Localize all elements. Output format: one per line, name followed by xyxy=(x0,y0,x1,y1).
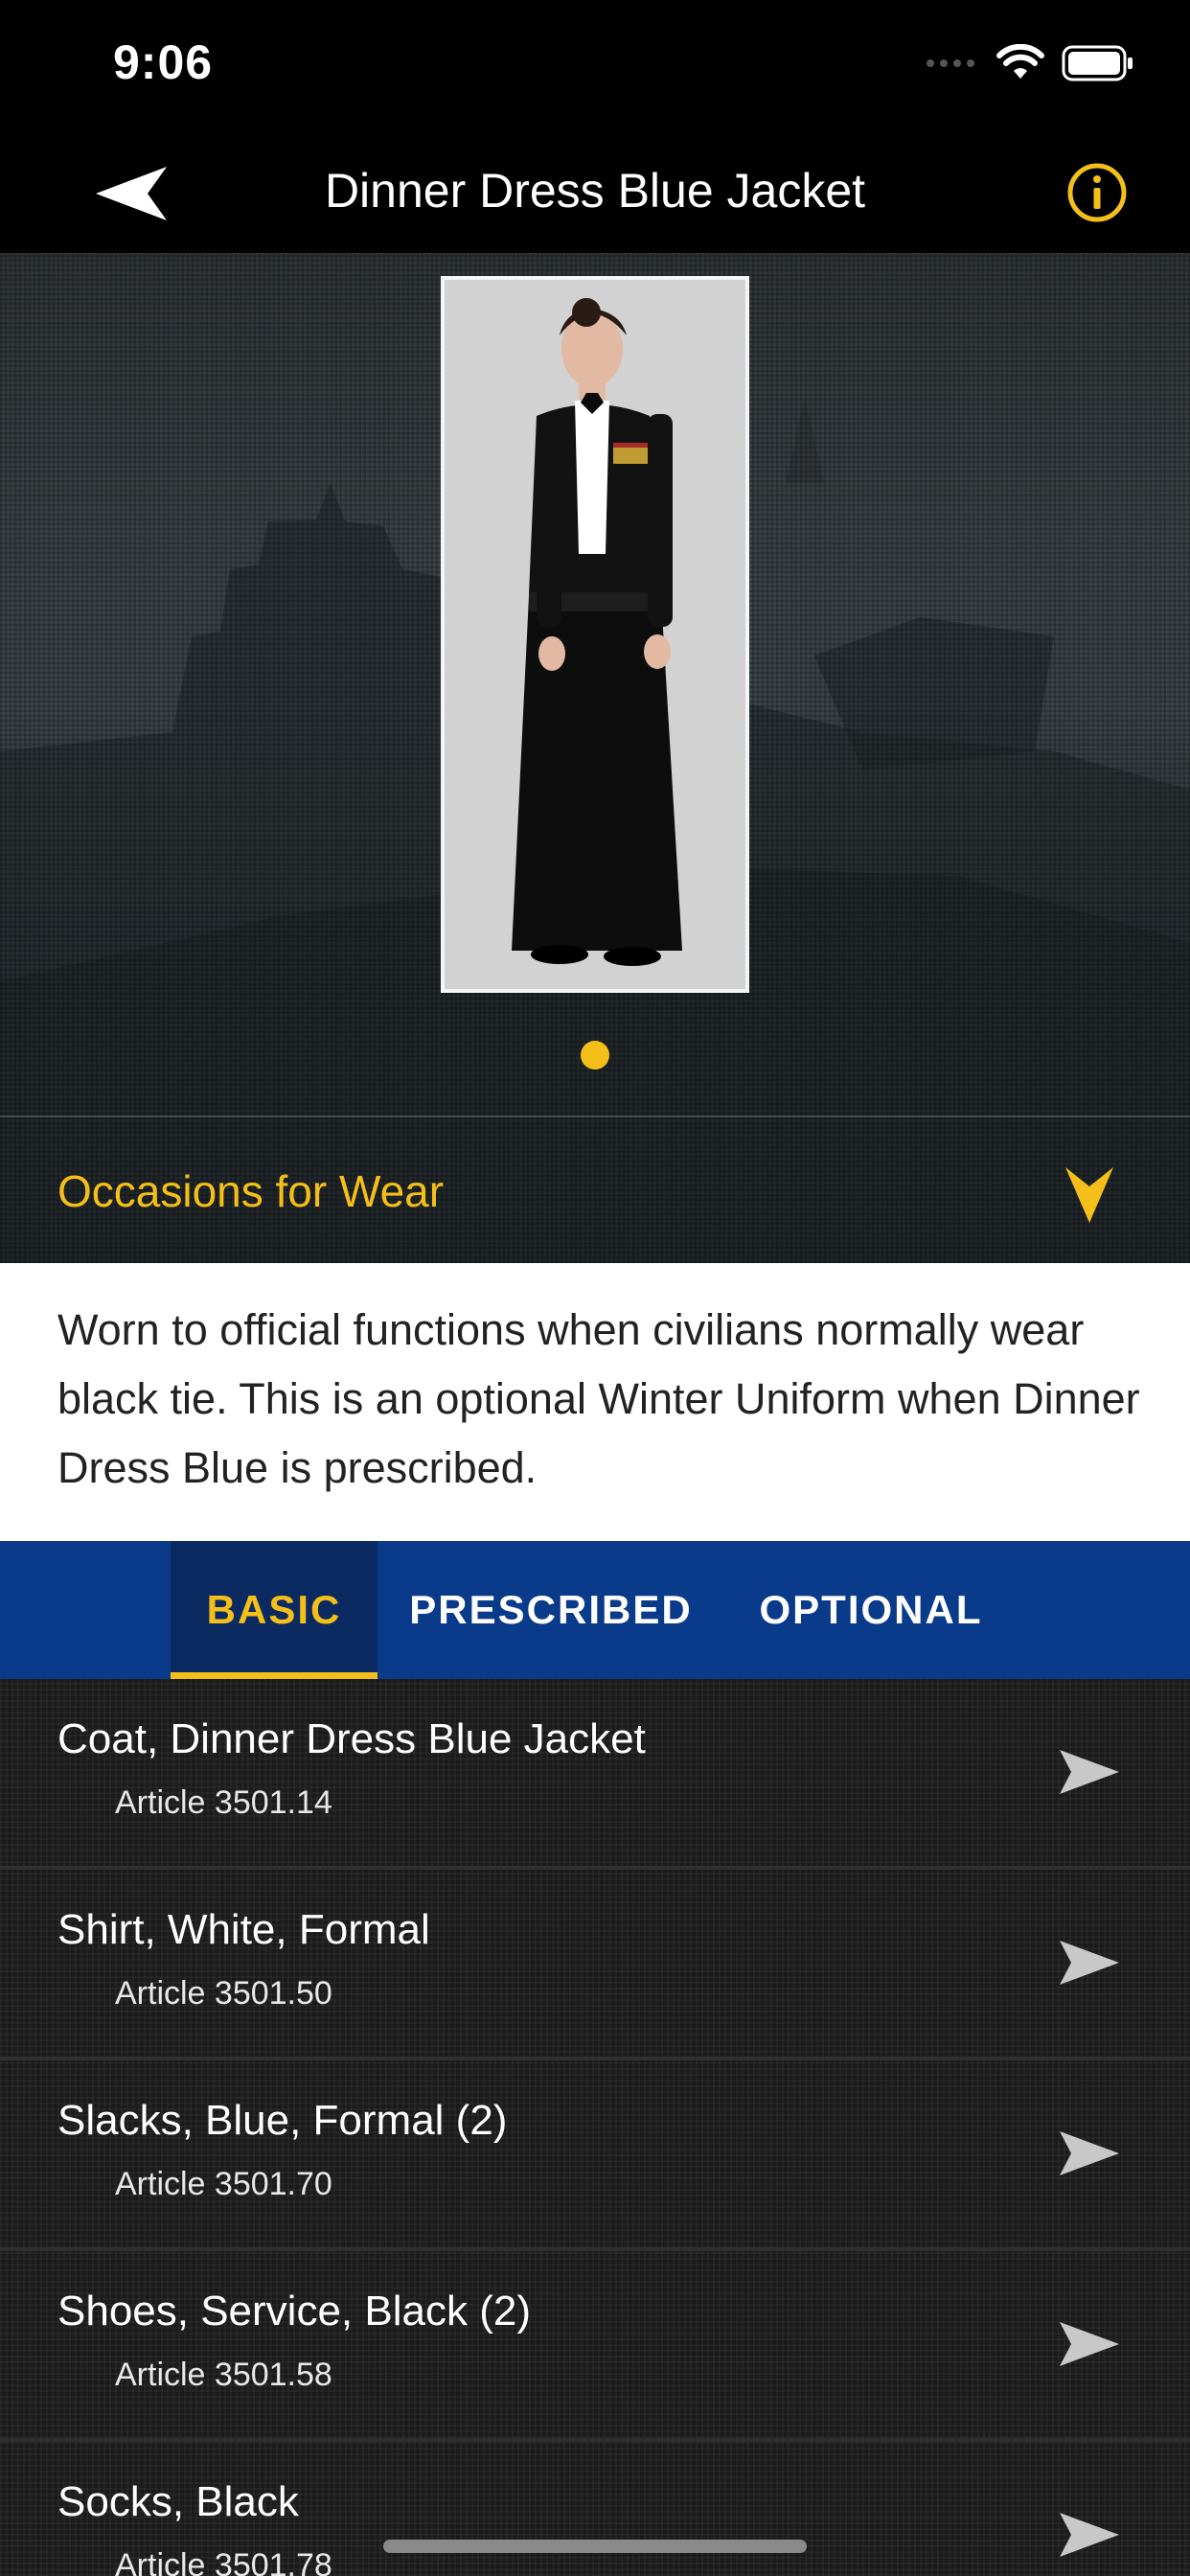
disclosure-arrow-icon xyxy=(1060,1750,1119,1794)
signal-icon xyxy=(927,59,974,67)
uniform-photo[interactable] xyxy=(441,276,749,993)
tab-optional[interactable]: OPTIONAL xyxy=(734,1541,1008,1679)
category-tabs: BASIC PRESCRIBED OPTIONAL xyxy=(0,1541,1190,1679)
item-article: Article 3501.58 xyxy=(115,2357,332,2393)
tab-optional-label: OPTIONAL xyxy=(759,1587,983,1632)
battery-icon xyxy=(1062,45,1133,81)
item-article: Article 3501.70 xyxy=(115,2166,332,2202)
list-item[interactable]: Slacks, Blue, Formal (2) Article 3501.70 xyxy=(0,2060,1190,2251)
info-icon xyxy=(1067,163,1127,222)
disclosure-arrow-icon xyxy=(1060,2131,1119,2175)
tab-basic[interactable]: BASIC xyxy=(171,1541,378,1679)
hero-section: Occasions for Wear xyxy=(0,253,1190,1263)
occasions-description-text: Worn to official functions when civilian… xyxy=(57,1305,1140,1492)
navigation-bar: Dinner Dress Blue Jacket xyxy=(0,134,1190,253)
item-title: Shoes, Service, Black (2) xyxy=(57,2288,531,2334)
status-icons xyxy=(926,42,1134,84)
item-title: Coat, Dinner Dress Blue Jacket xyxy=(57,1715,646,1762)
list-item[interactable]: Shirt, White, Formal Article 3501.50 xyxy=(0,1870,1190,2060)
page-indicator-dot xyxy=(581,1041,609,1070)
wifi-icon xyxy=(996,44,1044,79)
disclosure-arrow-icon xyxy=(1060,1941,1119,1985)
item-title: Shirt, White, Formal xyxy=(57,1906,430,1953)
chevron-down-icon xyxy=(1065,1167,1113,1223)
status-time: 9:06 xyxy=(113,35,214,89)
page-title: Dinner Dress Blue Jacket xyxy=(324,164,866,218)
disclosure-arrow-icon xyxy=(1060,2322,1119,2366)
disclosure-arrow-icon xyxy=(1060,2513,1119,2557)
item-article: Article 3501.78 xyxy=(115,2547,332,2576)
item-title: Slacks, Blue, Formal (2) xyxy=(57,2097,508,2144)
list-item[interactable]: Coat, Dinner Dress Blue Jacket Article 3… xyxy=(0,1679,1190,1870)
list-item[interactable]: Socks, Black Article 3501.78 xyxy=(0,2442,1190,2576)
occasions-title: Occasions for Wear xyxy=(57,1166,445,1216)
item-title: Socks, Black xyxy=(57,2478,299,2525)
list-item[interactable]: Shoes, Service, Black (2) Article 3501.5… xyxy=(0,2251,1190,2442)
item-article: Article 3501.50 xyxy=(115,1975,332,2012)
info-button[interactable] xyxy=(1065,161,1129,224)
tab-prescribed-label: PRESCRIBED xyxy=(409,1587,693,1632)
tab-prescribed[interactable]: PRESCRIBED xyxy=(395,1541,707,1679)
uniform-items-list: Coat, Dinner Dress Blue Jacket Article 3… xyxy=(0,1679,1190,2576)
occasions-for-wear-toggle[interactable]: Occasions for Wear xyxy=(0,1117,1190,1263)
home-indicator[interactable] xyxy=(383,2540,807,2553)
occasions-description: Worn to official functions when civilian… xyxy=(0,1263,1190,1541)
item-article: Article 3501.14 xyxy=(115,1784,332,1821)
status-bar: 9:06 xyxy=(0,0,1190,134)
uniform-figure-image xyxy=(512,298,682,966)
tab-basic-label: BASIC xyxy=(206,1587,342,1632)
